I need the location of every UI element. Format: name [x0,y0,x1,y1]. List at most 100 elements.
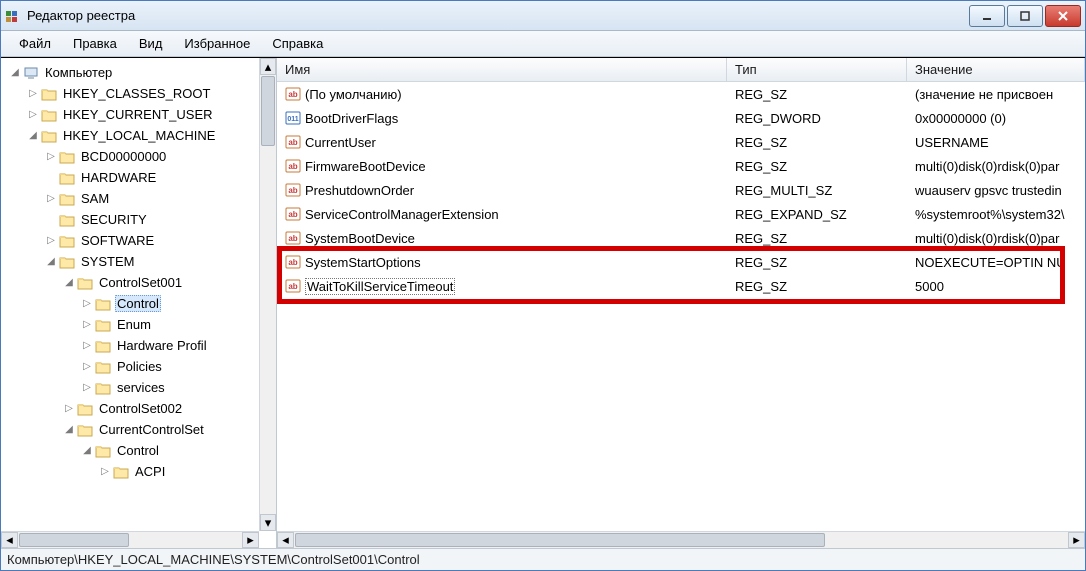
list-row[interactable]: abPreshutdownOrder REG_MULTI_SZ wuauserv… [277,178,1085,202]
close-button[interactable] [1045,5,1081,27]
folder-icon [95,443,111,459]
list-row[interactable]: abWaitToKillServiceTimeout REG_SZ 5000 [277,274,1085,298]
scroll-thumb[interactable] [295,533,825,547]
expand-icon[interactable]: ▷ [81,382,93,394]
list-row[interactable]: abSystemBootDevice REG_SZ multi(0)disk(0… [277,226,1085,250]
scroll-left-icon[interactable]: ◂ [1,532,18,548]
tree-label: ControlSet002 [97,400,184,417]
tree-node-cs002[interactable]: ▷ ControlSet002 [1,398,276,419]
tree-label: HKEY_CLASSES_ROOT [61,85,212,102]
tree-hscrollbar[interactable]: ◂ ▸ [1,531,259,548]
statusbar: Компьютер\HKEY_LOCAL_MACHINE\SYSTEM\Cont… [1,548,1085,570]
tree-label: SYSTEM [79,253,136,270]
tree-node-services[interactable]: ▷ services [1,377,276,398]
tree-node-security[interactable]: SECURITY [1,209,276,230]
column-type[interactable]: Тип [727,58,907,81]
menu-edit[interactable]: Правка [63,33,127,54]
tree-label: HARDWARE [79,169,158,186]
scroll-right-icon[interactable]: ▸ [1068,532,1085,548]
svg-text:ab: ab [288,234,297,243]
tree-node-root[interactable]: ◢ Компьютер [1,62,276,83]
expand-icon[interactable]: ▷ [45,235,57,247]
expand-icon[interactable]: ◢ [63,424,75,436]
folder-icon [77,422,93,438]
value-data: multi(0)disk(0)rdisk(0)par [907,231,1085,246]
list-row[interactable]: abServiceControlManagerExtension REG_EXP… [277,202,1085,226]
column-value[interactable]: Значение [907,58,1085,81]
tree-node-hardware[interactable]: HARDWARE [1,167,276,188]
tree-node-acpi[interactable]: ▷ ACPI [1,461,276,482]
expand-icon[interactable] [45,172,57,184]
tree-vscrollbar[interactable]: ▴ ▾ [259,58,276,531]
tree-node-hklm[interactable]: ◢ HKEY_LOCAL_MACHINE [1,125,276,146]
tree-node-ccs[interactable]: ◢ CurrentControlSet [1,419,276,440]
expand-icon[interactable]: ▷ [99,466,111,478]
tree-label: HKEY_CURRENT_USER [61,106,215,123]
folder-icon [59,233,75,249]
menu-view[interactable]: Вид [129,33,173,54]
string-value-icon: ab [285,206,301,222]
expand-icon[interactable]: ◢ [63,277,75,289]
tree-node-system[interactable]: ◢ SYSTEM [1,251,276,272]
expand-icon[interactable]: ◢ [9,67,21,79]
expand-icon[interactable]: ▷ [63,403,75,415]
svg-text:ab: ab [288,282,297,291]
tree-node-enum[interactable]: ▷ Enum [1,314,276,335]
string-value-icon: ab [285,134,301,150]
folder-icon [59,212,75,228]
expand-icon[interactable]: ▷ [81,361,93,373]
tree-node-hkcu[interactable]: ▷ HKEY_CURRENT_USER [1,104,276,125]
folder-icon [59,191,75,207]
window-title: Редактор реестра [27,8,969,23]
expand-icon[interactable]: ▷ [81,340,93,352]
expand-icon[interactable]: ◢ [81,445,93,457]
expand-icon[interactable]: ▷ [81,298,93,310]
menu-favorites[interactable]: Избранное [174,33,260,54]
expand-icon[interactable]: ◢ [27,130,39,142]
scroll-thumb[interactable] [261,76,275,146]
scroll-down-icon[interactable]: ▾ [260,514,276,531]
tree-node-hwprofile[interactable]: ▷ Hardware Profil [1,335,276,356]
tree-label: BCD00000000 [79,148,168,165]
tree-node-policies[interactable]: ▷ Policies [1,356,276,377]
expand-icon[interactable]: ▷ [27,88,39,100]
tree-node-control2[interactable]: ◢ Control [1,440,276,461]
expand-icon[interactable]: ◢ [45,256,57,268]
scroll-up-icon[interactable]: ▴ [260,58,276,75]
list-row[interactable]: abSystemStartOptions REG_SZ NOEXECUTE=OP… [277,250,1085,274]
scroll-left-icon[interactable]: ◂ [277,532,294,548]
list-row[interactable]: ab(По умолчанию) REG_SZ (значение не при… [277,82,1085,106]
string-value-icon: ab [285,278,301,294]
menu-help[interactable]: Справка [262,33,333,54]
list-row[interactable]: abCurrentUser REG_SZ USERNAME [277,130,1085,154]
tree-node-bcd[interactable]: ▷ BCD00000000 [1,146,276,167]
expand-icon[interactable]: ▷ [81,319,93,331]
tree-node-cs001[interactable]: ◢ ControlSet001 [1,272,276,293]
tree-label: Policies [115,358,164,375]
expand-icon[interactable]: ▷ [45,193,57,205]
tree-pane: ◢ Компьютер ▷ HKEY_CLASSES_ROOT ▷ HKEY_C… [1,58,277,548]
list-body[interactable]: ab(По умолчанию) REG_SZ (значение не при… [277,82,1085,531]
tree-node-control[interactable]: ▷ Control [1,293,276,314]
expand-icon[interactable] [45,214,57,226]
minimize-button[interactable] [969,5,1005,27]
expand-icon[interactable]: ▷ [45,151,57,163]
column-name[interactable]: Имя [277,58,727,81]
folder-icon [59,254,75,270]
string-value-icon: ab [285,86,301,102]
folder-icon [95,359,111,375]
titlebar[interactable]: Редактор реестра [1,1,1085,31]
scroll-thumb[interactable] [19,533,129,547]
tree-node-hkcr[interactable]: ▷ HKEY_CLASSES_ROOT [1,83,276,104]
list-row[interactable]: 011BootDriverFlags REG_DWORD 0x00000000 … [277,106,1085,130]
tree-scroll[interactable]: ◢ Компьютер ▷ HKEY_CLASSES_ROOT ▷ HKEY_C… [1,58,276,531]
tree-node-software[interactable]: ▷ SOFTWARE [1,230,276,251]
expand-icon[interactable]: ▷ [27,109,39,121]
list-row[interactable]: abFirmwareBootDevice REG_SZ multi(0)disk… [277,154,1085,178]
value-name: BootDriverFlags [305,111,398,126]
maximize-button[interactable] [1007,5,1043,27]
menu-file[interactable]: Файл [9,33,61,54]
scroll-right-icon[interactable]: ▸ [242,532,259,548]
list-hscrollbar[interactable]: ◂ ▸ [277,531,1085,548]
tree-node-sam[interactable]: ▷ SAM [1,188,276,209]
